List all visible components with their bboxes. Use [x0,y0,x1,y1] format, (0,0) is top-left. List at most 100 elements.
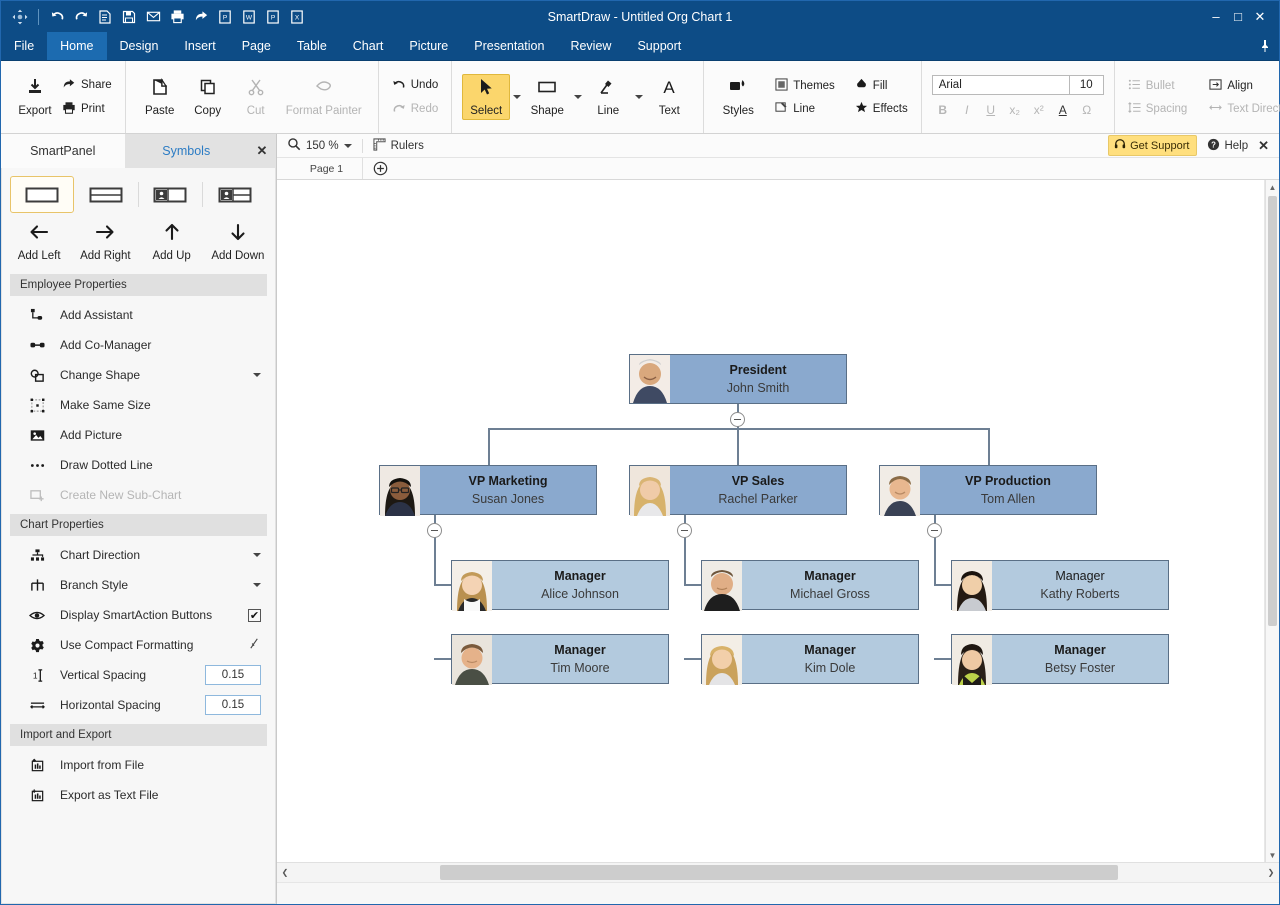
org-node-vp-marketing[interactable]: VP Marketing Susan Jones [379,465,597,516]
print-icon[interactable] [166,6,188,28]
bold-button[interactable]: B [932,101,954,120]
sidebar-item-change-shape[interactable]: Change Shape [2,360,275,390]
sidebar-item-make-same-size[interactable]: Make Same Size [2,390,275,420]
menu-item-file[interactable]: File [1,32,47,60]
smartaction-button-vp-sales[interactable] [677,523,692,538]
sidebar-item-horizontal-spacing[interactable]: Horizontal Spacing 0.15 [2,690,275,720]
scroll-right-arrow-icon[interactable]: ❯ [1263,863,1279,882]
menu-item-home[interactable]: Home [47,32,107,60]
export-powerpoint-icon[interactable]: P [262,6,284,28]
org-node-vp-production[interactable]: VP Production Tom Allen [879,465,1097,516]
horizontal-scrollbar[interactable]: ❮ ❯ [277,862,1279,882]
export-word-icon[interactable]: W [238,6,260,28]
menu-item-presentation[interactable]: Presentation [461,32,557,60]
horizontal-scroll-thumb[interactable] [440,865,1118,880]
smartaction-button-vp-production[interactable] [927,523,942,538]
zoom-control[interactable]: 150 % [287,137,352,154]
org-node-manager-kathy-roberts[interactable]: Manager Kathy Roberts [951,560,1169,611]
compact-formatting-toggle[interactable] [248,637,261,653]
menu-item-chart[interactable]: Chart [340,32,397,60]
chevron-down-icon[interactable] [253,583,261,587]
save-icon[interactable] [118,6,140,28]
close-button[interactable]: ✕ [1249,6,1271,28]
org-node-manager-alice-johnson[interactable]: Manager Alice Johnson [451,560,669,611]
subscript-button[interactable]: x₂ [1004,101,1026,120]
rulers-toggle[interactable]: Rulers [373,137,424,154]
add-left-button[interactable]: Add Left [6,223,72,262]
help-button[interactable]: ? Help [1207,138,1248,154]
add-down-button[interactable]: Add Down [205,223,271,262]
email-icon[interactable] [142,6,164,28]
line-tool-button[interactable]: Line [584,75,632,119]
plus-circle-icon[interactable] [363,158,397,179]
sidebar-item-chart-direction[interactable]: Chart Direction [2,540,275,570]
sidebar-item-export-as-text-file[interactable]: Export as Text File [2,780,275,810]
vertical-scroll-track[interactable] [1266,194,1279,848]
paste-button[interactable]: Paste [136,75,184,119]
select-dropdown-caret[interactable] [510,95,523,99]
drawing-canvas[interactable]: President John Smith VP Marketing Susan … [277,180,1265,862]
smartaction-button-vp-marketing[interactable] [427,523,442,538]
text-direction-button[interactable]: Text Direction [1206,100,1280,118]
menu-item-insert[interactable]: Insert [171,32,228,60]
print-button[interactable]: Print [59,100,115,119]
format-painter-button[interactable]: Format Painter [280,75,368,119]
line-style-button[interactable]: Line [772,100,838,118]
themes-button[interactable]: Themes [772,77,838,95]
panel-close-icon[interactable]: ✕ [1258,138,1269,154]
get-support-button[interactable]: Get Support [1108,135,1198,156]
sidebar-item-add-co-manager[interactable]: Add Co-Manager [2,330,275,360]
maximize-button[interactable]: □ [1227,6,1249,28]
symbol-button[interactable]: Ω [1076,101,1098,120]
menu-item-page[interactable]: Page [229,32,284,60]
export-excel-icon[interactable]: X [286,6,308,28]
page-tab-1[interactable]: Page 1 [291,158,363,179]
shape-single-line-template[interactable] [10,176,74,213]
sidebar-item-import-from-file[interactable]: Import from File [2,750,275,780]
sidebar-item-branch-style[interactable]: Branch Style [2,570,275,600]
font-color-button[interactable]: A [1052,101,1074,120]
menu-item-design[interactable]: Design [107,32,172,60]
export-button[interactable]: Export [11,75,59,119]
sidebar-item-display-smartaction-buttons[interactable]: Display SmartAction Buttons ✔ [2,600,275,630]
add-up-button[interactable]: Add Up [139,223,205,262]
menu-item-picture[interactable]: Picture [396,32,461,60]
text-tool-button[interactable]: A Text [645,75,693,119]
org-node-manager-michael-gross[interactable]: Manager Michael Gross [701,560,919,611]
horizontal-spacing-input[interactable]: 0.15 [205,695,261,715]
effects-button[interactable]: Effects [852,100,911,118]
sidebar-item-create-new-sub-chart[interactable]: Create New Sub-Chart [2,480,275,510]
font-name-input[interactable]: Arial [931,74,1070,95]
vertical-scrollbar[interactable]: ▲ ▼ [1265,180,1279,862]
chevron-down-icon[interactable] [253,553,261,557]
italic-button[interactable]: I [956,101,978,120]
pin-icon[interactable] [1251,32,1279,60]
align-button[interactable]: Align [1206,77,1280,95]
scroll-left-arrow-icon[interactable]: ❮ [277,863,293,882]
redo-icon[interactable] [70,6,92,28]
scroll-down-arrow-icon[interactable]: ▼ [1266,848,1279,862]
tab-smartpanel[interactable]: SmartPanel [1,134,125,168]
sidebar-item-draw-dotted-line[interactable]: Draw Dotted Line [2,450,275,480]
styles-button[interactable]: Styles [714,75,762,119]
zoom-dropdown-caret[interactable] [343,143,352,148]
share-button[interactable]: Share [59,76,115,95]
vertical-scroll-thumb[interactable] [1268,196,1277,626]
tab-symbols[interactable]: Symbols [125,134,249,168]
org-node-manager-tim-moore[interactable]: Manager Tim Moore [451,634,669,685]
fill-button[interactable]: Fill [852,77,911,95]
line-dropdown-caret[interactable] [632,95,645,99]
sidebar-item-use-compact-formatting[interactable]: Use Compact Formatting [2,630,275,660]
sidebar-item-vertical-spacing[interactable]: 1 Vertical Spacing 0.15 [2,660,275,690]
minimize-button[interactable]: – [1205,6,1227,28]
org-node-manager-betsy-foster[interactable]: Manager Betsy Foster [951,634,1169,685]
shape-dropdown-caret[interactable] [571,95,584,99]
menu-item-support[interactable]: Support [624,32,694,60]
chevron-down-icon[interactable] [253,373,261,377]
smartdraw-logo-icon[interactable] [9,6,31,28]
menu-item-table[interactable]: Table [284,32,340,60]
sidebar-close-icon[interactable]: ✕ [248,134,276,168]
add-right-button[interactable]: Add Right [72,223,138,262]
share-icon[interactable] [190,6,212,28]
font-size-input[interactable]: 10 [1069,74,1104,95]
